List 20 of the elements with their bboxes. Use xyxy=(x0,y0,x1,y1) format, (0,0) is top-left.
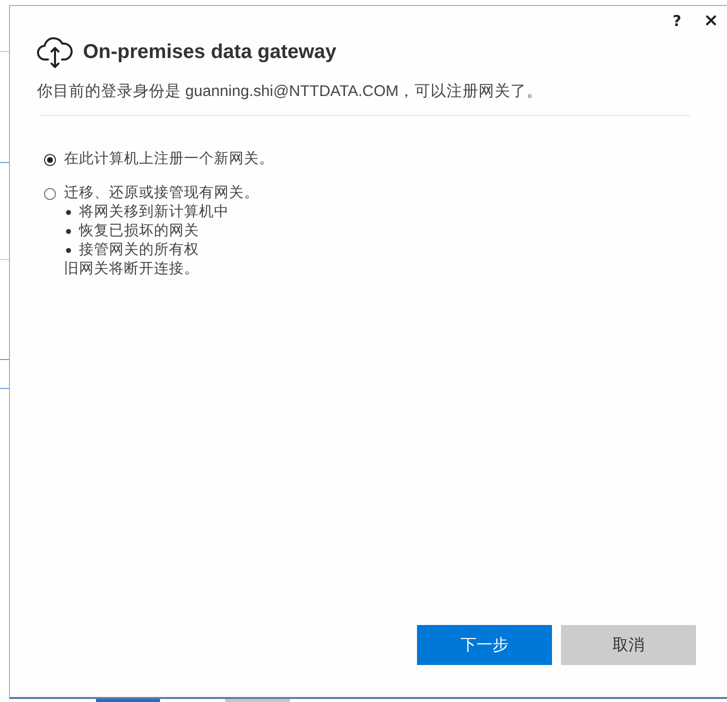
cloud-arrow-icon xyxy=(37,35,73,69)
next-button[interactable]: 下一步 xyxy=(417,625,552,665)
dialog-title: On-premises data gateway xyxy=(83,40,336,65)
bullet-icon xyxy=(66,210,71,215)
radio-button[interactable] xyxy=(44,188,56,200)
list-item: 接管网关的所有权 xyxy=(79,241,199,260)
signed-in-message: 你目前的登录身份是 guanning.shi@NTTDATA.COM，可以注册网关了。 xyxy=(37,82,543,102)
close-button[interactable]: × xyxy=(701,10,721,32)
list-item: 恢复已损坏的网关 xyxy=(79,222,199,241)
option-label: 在此计算机上注册一个新网关。 xyxy=(64,150,274,169)
list-item: 将网关移到新计算机中 xyxy=(79,203,229,222)
background-edge-strip xyxy=(225,699,290,702)
bullet-icon xyxy=(66,229,71,234)
radio-button[interactable] xyxy=(44,154,56,166)
help-button[interactable]: ? xyxy=(667,10,687,32)
background-edge-strip xyxy=(96,699,160,702)
bullet-icon xyxy=(66,248,71,253)
cancel-button[interactable]: 取消 xyxy=(561,625,696,665)
option-label: 迁移、还原或接管现有网关。 xyxy=(64,184,259,203)
option-note: 旧网关将断开连接。 xyxy=(64,260,199,279)
